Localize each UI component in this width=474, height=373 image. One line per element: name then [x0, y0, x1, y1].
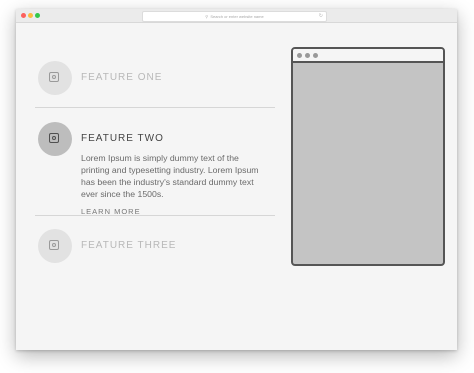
magnifier-icon: ⚲	[205, 14, 209, 19]
minimize-window-button[interactable]	[28, 13, 33, 18]
feature-title: FEATURE THREE	[81, 240, 177, 251]
square-camera-icon	[49, 72, 59, 82]
square-camera-icon	[49, 133, 59, 143]
address-bar[interactable]: ⚲ Search or enter website name ↻	[142, 11, 327, 22]
browser-titlebar: ⚲ Search or enter website name ↻	[16, 9, 457, 23]
feature-title: FEATURE ONE	[81, 72, 163, 83]
reload-icon[interactable]: ↻	[319, 12, 323, 21]
divider	[35, 215, 275, 216]
feature-title: FEATURE TWO	[81, 133, 164, 144]
square-camera-icon	[49, 240, 59, 250]
preview-dot-icon	[297, 53, 302, 58]
feature-icon-circle	[38, 229, 72, 263]
preview-dot-icon	[313, 53, 318, 58]
close-window-button[interactable]	[21, 13, 26, 18]
preview-window-mockup	[291, 47, 445, 266]
feature-icon-circle	[38, 122, 72, 156]
divider	[35, 107, 275, 108]
zoom-window-button[interactable]	[35, 13, 40, 18]
feature-icon-circle	[38, 61, 72, 95]
feature-description: Lorem Ipsum is simply dummy text of the …	[81, 153, 259, 199]
preview-titlebar	[293, 49, 443, 63]
preview-dot-icon	[305, 53, 310, 58]
address-placeholder: Search or enter website name	[210, 14, 264, 19]
